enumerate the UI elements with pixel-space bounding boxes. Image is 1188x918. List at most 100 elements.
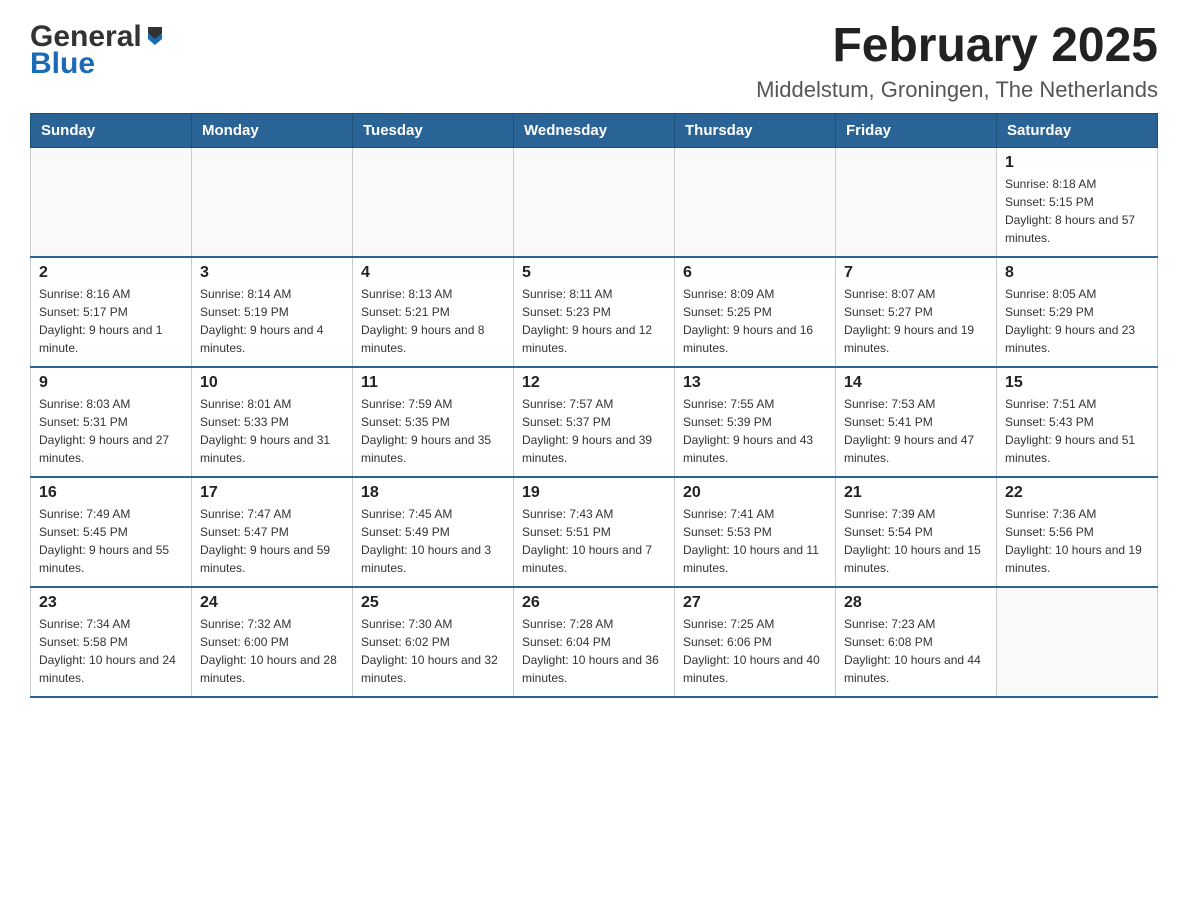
day-number: 26 <box>522 594 666 612</box>
day-info-text: Daylight: 10 hours and 32 minutes. <box>361 651 505 687</box>
day-info-text: Sunset: 6:06 PM <box>683 633 827 651</box>
day-number: 11 <box>361 374 505 392</box>
day-info-text: Sunset: 5:47 PM <box>200 523 344 541</box>
day-info-text: Sunrise: 7:34 AM <box>39 615 183 633</box>
day-info-text: Daylight: 8 hours and 57 minutes. <box>1005 211 1149 247</box>
day-number: 28 <box>844 594 988 612</box>
day-info-text: Sunrise: 8:14 AM <box>200 285 344 303</box>
day-number: 18 <box>361 484 505 502</box>
calendar-week-row: 9Sunrise: 8:03 AMSunset: 5:31 PMDaylight… <box>31 367 1158 477</box>
day-info-text: Daylight: 9 hours and 27 minutes. <box>39 431 183 467</box>
day-info-text: Sunset: 5:51 PM <box>522 523 666 541</box>
day-info-text: Sunset: 5:31 PM <box>39 413 183 431</box>
day-info-text: Sunrise: 8:11 AM <box>522 285 666 303</box>
calendar-cell <box>31 147 192 257</box>
page-header: General Blue February 2025 Middelstum, G… <box>30 20 1158 103</box>
day-number: 10 <box>200 374 344 392</box>
day-number: 22 <box>1005 484 1149 502</box>
day-info-text: Sunset: 5:37 PM <box>522 413 666 431</box>
header-friday: Friday <box>836 113 997 147</box>
day-info-text: Sunrise: 7:28 AM <box>522 615 666 633</box>
logo-blue: Blue <box>30 47 166 80</box>
day-number: 8 <box>1005 264 1149 282</box>
calendar-cell: 15Sunrise: 7:51 AMSunset: 5:43 PMDayligh… <box>997 367 1158 477</box>
day-number: 27 <box>683 594 827 612</box>
day-info-text: Daylight: 9 hours and 16 minutes. <box>683 321 827 357</box>
day-info-text: Sunrise: 8:13 AM <box>361 285 505 303</box>
calendar-cell: 26Sunrise: 7:28 AMSunset: 6:04 PMDayligh… <box>514 587 675 697</box>
day-info-text: Sunrise: 7:51 AM <box>1005 395 1149 413</box>
day-info-text: Daylight: 9 hours and 59 minutes. <box>200 541 344 577</box>
day-info-text: Sunset: 6:00 PM <box>200 633 344 651</box>
calendar-cell: 2Sunrise: 8:16 AMSunset: 5:17 PMDaylight… <box>31 257 192 367</box>
day-info-text: Daylight: 10 hours and 11 minutes. <box>683 541 827 577</box>
day-info-text: Daylight: 10 hours and 7 minutes. <box>522 541 666 577</box>
day-info-text: Sunrise: 7:32 AM <box>200 615 344 633</box>
calendar-cell: 7Sunrise: 8:07 AMSunset: 5:27 PMDaylight… <box>836 257 997 367</box>
day-info-text: Sunset: 5:25 PM <box>683 303 827 321</box>
day-info-text: Sunrise: 7:25 AM <box>683 615 827 633</box>
calendar-cell <box>192 147 353 257</box>
day-info-text: Daylight: 10 hours and 40 minutes. <box>683 651 827 687</box>
calendar-table: Sunday Monday Tuesday Wednesday Thursday… <box>30 113 1158 699</box>
calendar-week-row: 16Sunrise: 7:49 AMSunset: 5:45 PMDayligh… <box>31 477 1158 587</box>
day-info-text: Sunset: 5:27 PM <box>844 303 988 321</box>
day-number: 2 <box>39 264 183 282</box>
day-number: 21 <box>844 484 988 502</box>
day-info-text: Sunrise: 7:39 AM <box>844 505 988 523</box>
logo-arrow-icon <box>144 25 166 47</box>
day-info-text: Daylight: 9 hours and 4 minutes. <box>200 321 344 357</box>
calendar-cell: 14Sunrise: 7:53 AMSunset: 5:41 PMDayligh… <box>836 367 997 477</box>
day-info-text: Sunset: 5:45 PM <box>39 523 183 541</box>
calendar-cell: 1Sunrise: 8:18 AMSunset: 5:15 PMDaylight… <box>997 147 1158 257</box>
calendar-header-row: Sunday Monday Tuesday Wednesday Thursday… <box>31 113 1158 147</box>
calendar-cell: 11Sunrise: 7:59 AMSunset: 5:35 PMDayligh… <box>353 367 514 477</box>
day-info-text: Sunset: 5:53 PM <box>683 523 827 541</box>
day-number: 23 <box>39 594 183 612</box>
day-number: 14 <box>844 374 988 392</box>
calendar-cell: 24Sunrise: 7:32 AMSunset: 6:00 PMDayligh… <box>192 587 353 697</box>
calendar-cell: 8Sunrise: 8:05 AMSunset: 5:29 PMDaylight… <box>997 257 1158 367</box>
day-info-text: Sunrise: 8:07 AM <box>844 285 988 303</box>
day-info-text: Sunset: 6:02 PM <box>361 633 505 651</box>
calendar-cell: 9Sunrise: 8:03 AMSunset: 5:31 PMDaylight… <box>31 367 192 477</box>
day-info-text: Sunset: 5:43 PM <box>1005 413 1149 431</box>
day-info-text: Sunset: 5:54 PM <box>844 523 988 541</box>
day-info-text: Sunset: 5:19 PM <box>200 303 344 321</box>
calendar-week-row: 2Sunrise: 8:16 AMSunset: 5:17 PMDaylight… <box>31 257 1158 367</box>
day-info-text: Sunrise: 7:23 AM <box>844 615 988 633</box>
day-info-text: Sunrise: 7:53 AM <box>844 395 988 413</box>
calendar-cell: 10Sunrise: 8:01 AMSunset: 5:33 PMDayligh… <box>192 367 353 477</box>
calendar-cell: 19Sunrise: 7:43 AMSunset: 5:51 PMDayligh… <box>514 477 675 587</box>
calendar-cell: 5Sunrise: 8:11 AMSunset: 5:23 PMDaylight… <box>514 257 675 367</box>
day-info-text: Sunrise: 8:09 AM <box>683 285 827 303</box>
day-info-text: Sunrise: 8:01 AM <box>200 395 344 413</box>
day-number: 9 <box>39 374 183 392</box>
day-info-text: Daylight: 10 hours and 24 minutes. <box>39 651 183 687</box>
day-info-text: Sunset: 5:17 PM <box>39 303 183 321</box>
calendar-week-row: 1Sunrise: 8:18 AMSunset: 5:15 PMDaylight… <box>31 147 1158 257</box>
header-monday: Monday <box>192 113 353 147</box>
logo: General Blue <box>30 20 166 80</box>
day-info-text: Daylight: 10 hours and 28 minutes. <box>200 651 344 687</box>
day-info-text: Sunset: 5:21 PM <box>361 303 505 321</box>
header-thursday: Thursday <box>675 113 836 147</box>
day-number: 19 <box>522 484 666 502</box>
day-info-text: Daylight: 9 hours and 51 minutes. <box>1005 431 1149 467</box>
day-info-text: Daylight: 10 hours and 44 minutes. <box>844 651 988 687</box>
day-info-text: Daylight: 9 hours and 47 minutes. <box>844 431 988 467</box>
calendar-cell: 3Sunrise: 8:14 AMSunset: 5:19 PMDaylight… <box>192 257 353 367</box>
calendar-cell: 28Sunrise: 7:23 AMSunset: 6:08 PMDayligh… <box>836 587 997 697</box>
day-info-text: Sunset: 5:49 PM <box>361 523 505 541</box>
day-number: 7 <box>844 264 988 282</box>
day-number: 17 <box>200 484 344 502</box>
day-info-text: Sunrise: 7:55 AM <box>683 395 827 413</box>
day-info-text: Daylight: 9 hours and 43 minutes. <box>683 431 827 467</box>
calendar-cell: 12Sunrise: 7:57 AMSunset: 5:37 PMDayligh… <box>514 367 675 477</box>
day-info-text: Sunrise: 8:05 AM <box>1005 285 1149 303</box>
day-number: 20 <box>683 484 827 502</box>
calendar-cell <box>836 147 997 257</box>
calendar-cell: 4Sunrise: 8:13 AMSunset: 5:21 PMDaylight… <box>353 257 514 367</box>
day-info-text: Sunset: 5:29 PM <box>1005 303 1149 321</box>
day-info-text: Sunset: 5:56 PM <box>1005 523 1149 541</box>
